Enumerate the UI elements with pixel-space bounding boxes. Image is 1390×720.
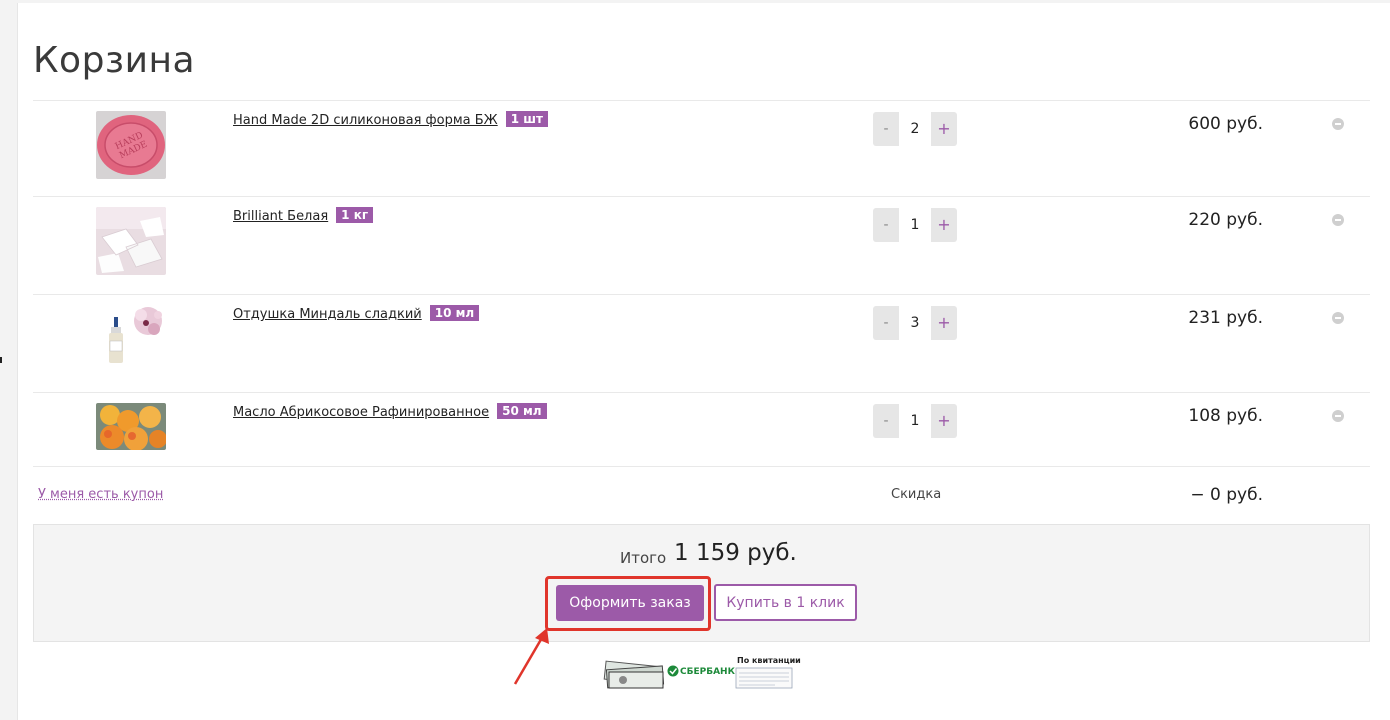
- highlight-arrow-icon: [513, 628, 549, 685]
- product-name: Отдушка Миндаль сладкий: [233, 307, 422, 322]
- qty-minus-button[interactable]: -: [873, 404, 899, 438]
- qty-minus-button[interactable]: -: [873, 208, 899, 242]
- product-name: Hand Made 2D силиконовая форма БЖ: [233, 113, 498, 128]
- divider: [33, 466, 1370, 467]
- qty-plus-button[interactable]: +: [931, 112, 957, 146]
- qty-input[interactable]: 1: [899, 404, 931, 438]
- item-price: 220 руб.: [1188, 210, 1263, 230]
- qty-input[interactable]: 1: [899, 208, 931, 242]
- qty-plus-button[interactable]: +: [931, 208, 957, 242]
- remove-item-icon[interactable]: [1332, 214, 1344, 226]
- product-link[interactable]: Brilliant Белая 1 кг: [233, 207, 374, 224]
- total-label: Итого: [620, 549, 667, 567]
- item-price: 231 руб.: [1188, 308, 1263, 328]
- edge-mark: [0, 357, 2, 363]
- checkout-button[interactable]: Оформить заказ: [556, 585, 704, 621]
- unit-badge: 10 мл: [429, 305, 480, 321]
- product-link[interactable]: Отдушка Миндаль сладкий 10 мл: [233, 305, 480, 322]
- qty-plus-button[interactable]: +: [931, 306, 957, 340]
- product-link[interactable]: Масло Абрикосовое Рафинированное 50 мл: [233, 403, 547, 420]
- total-value: 1 159 руб.: [674, 540, 797, 566]
- payment-methods: СБЕРБАНК По квитанции: [603, 656, 801, 690]
- one-click-buy-button[interactable]: Купить в 1 клик: [714, 584, 857, 621]
- receipt-icon: [735, 667, 793, 689]
- qty-plus-button[interactable]: +: [931, 404, 957, 438]
- product-image[interactable]: [96, 303, 166, 371]
- order-summary: Итого 1 159 руб. Оформить заказ Купить в…: [33, 524, 1370, 642]
- quantity-stepper: - 1 +: [873, 404, 957, 438]
- product-link[interactable]: Hand Made 2D силиконовая форма БЖ 1 шт: [233, 111, 548, 128]
- unit-badge: 50 мл: [497, 403, 547, 419]
- product-name: Масло Абрикосовое Рафинированное: [233, 405, 490, 420]
- coupon-link[interactable]: У меня есть купон: [38, 487, 163, 502]
- cart-row: HAND MADE Hand Made 2D силиконовая форма…: [33, 100, 1370, 197]
- qty-input[interactable]: 3: [899, 306, 931, 340]
- cart-row: Масло Абрикосовое Рафинированное 50 мл - …: [33, 392, 1370, 467]
- quantity-stepper: - 3 +: [873, 306, 957, 340]
- receipt-logo: По квитанции: [603, 656, 801, 690]
- cart-row: Brilliant Белая 1 кг - 1 + 220 руб.: [33, 196, 1370, 295]
- discount-label: Скидка: [891, 487, 942, 502]
- product-name: Brilliant Белая: [233, 209, 329, 224]
- unit-badge: 1 шт: [505, 111, 548, 127]
- item-price: 108 руб.: [1188, 406, 1263, 426]
- quantity-stepper: - 1 +: [873, 208, 957, 242]
- remove-item-icon[interactable]: [1332, 312, 1344, 324]
- unit-badge: 1 кг: [336, 207, 374, 223]
- discount-value: − 0 руб.: [1190, 485, 1263, 505]
- receipt-label: По квитанции: [737, 656, 801, 665]
- qty-minus-button[interactable]: -: [873, 306, 899, 340]
- page-title: Корзина: [33, 40, 196, 81]
- product-image[interactable]: [96, 403, 166, 450]
- cart-row: Отдушка Миндаль сладкий 10 мл - 3 + 231 р…: [33, 294, 1370, 393]
- quantity-stepper: - 2 +: [873, 112, 957, 146]
- qty-input[interactable]: 2: [899, 112, 931, 146]
- remove-item-icon[interactable]: [1332, 118, 1344, 130]
- remove-item-icon[interactable]: [1332, 410, 1344, 422]
- product-image[interactable]: HAND MADE: [96, 111, 166, 179]
- qty-minus-button[interactable]: -: [873, 112, 899, 146]
- product-image[interactable]: [96, 207, 166, 275]
- item-price: 600 руб.: [1188, 114, 1263, 134]
